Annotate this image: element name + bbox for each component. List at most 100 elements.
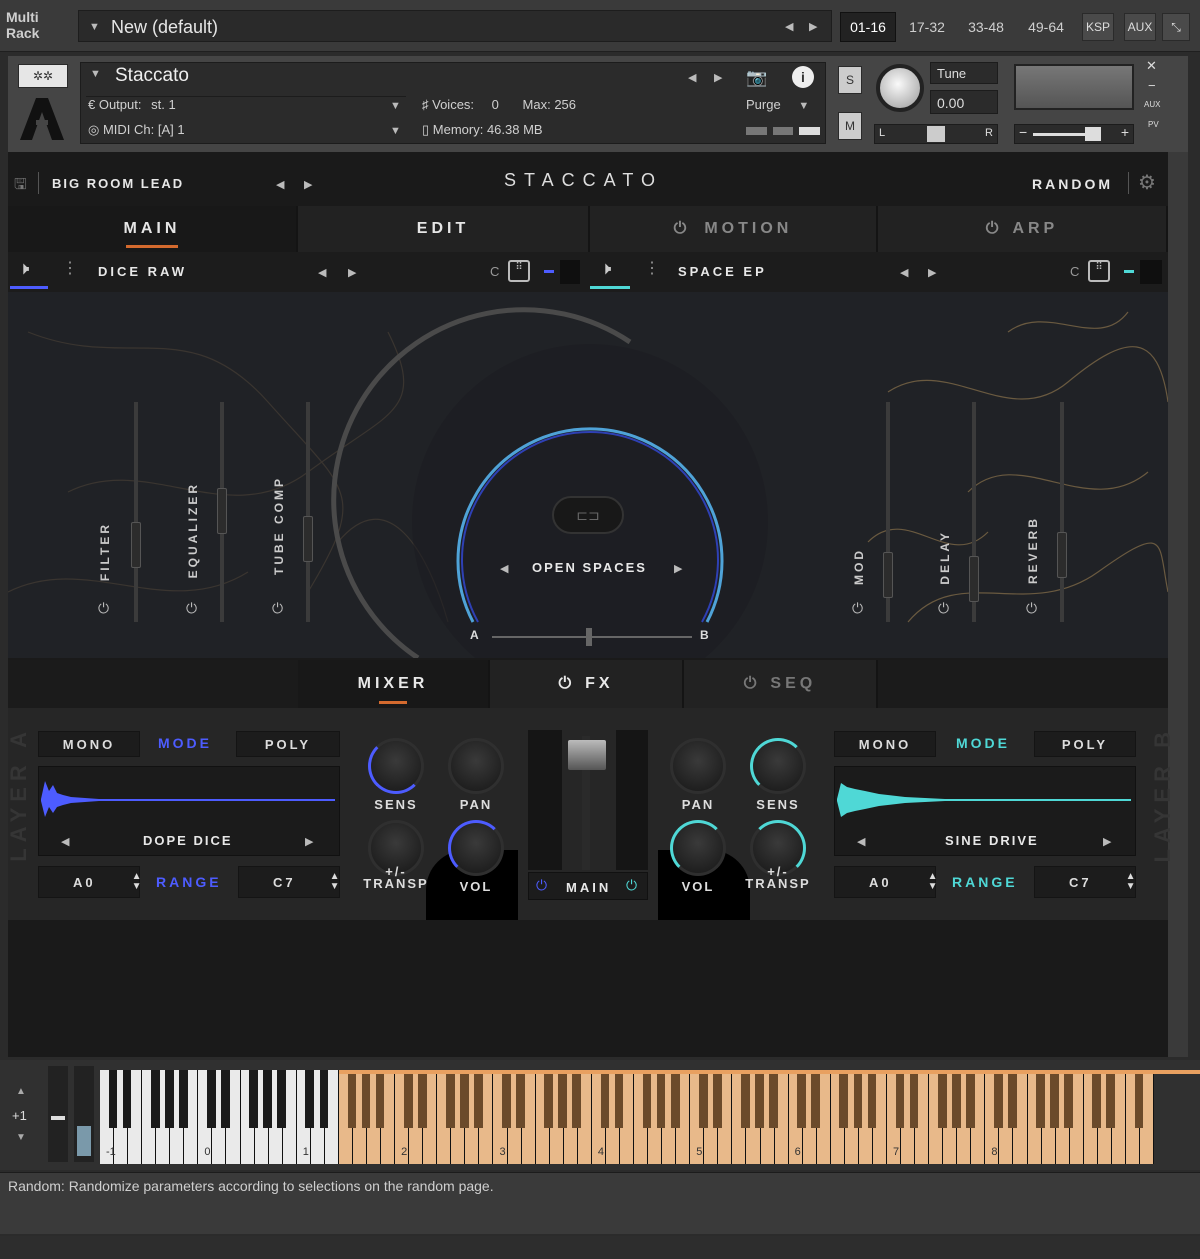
black-key[interactable] — [178, 1070, 188, 1128]
black-key[interactable] — [797, 1070, 807, 1128]
layer-a-sens-knob[interactable] — [368, 738, 424, 794]
black-key[interactable] — [951, 1070, 961, 1128]
black-key[interactable] — [502, 1070, 511, 1128]
black-key[interactable] — [937, 1070, 947, 1128]
midi-value[interactable]: [A] 1 — [158, 122, 185, 137]
slider-thumb[interactable] — [1057, 532, 1067, 578]
layer-b-pan-knob[interactable] — [670, 738, 726, 794]
layer-b-preset[interactable]: SPACE EP — [678, 264, 767, 279]
layer-b-poly-button[interactable]: POLY — [1034, 731, 1136, 757]
pitch-wheel[interactable] — [48, 1066, 68, 1162]
layer-b-sens-knob[interactable] — [750, 738, 806, 794]
dropdown-icon[interactable]: ▼ — [89, 21, 100, 33]
close-icon[interactable]: ✕ — [1146, 58, 1157, 74]
power-icon[interactable]: ⏻ — [186, 600, 197, 617]
purge-button[interactable]: Purge ▼ — [746, 97, 809, 112]
black-key[interactable] — [1092, 1070, 1102, 1128]
power-icon[interactable]: ⏻ — [558, 675, 575, 693]
tab-main[interactable]: MAIN — [8, 206, 298, 252]
tab-17-32[interactable]: 17-32 — [900, 12, 954, 42]
black-key[interactable] — [305, 1070, 315, 1128]
preset-name[interactable]: BIG ROOM LEAD — [52, 176, 184, 191]
power-icon[interactable]: ⏻ — [986, 220, 1003, 238]
black-key[interactable] — [867, 1070, 877, 1128]
layer-a-preset[interactable]: DICE RAW — [98, 264, 187, 279]
tab-seq[interactable]: ⏻ SEQ — [684, 660, 878, 708]
prev-icon[interactable]: ◀ — [318, 266, 326, 279]
black-key[interactable] — [656, 1070, 666, 1128]
black-key[interactable] — [544, 1070, 554, 1128]
black-key[interactable] — [994, 1070, 1003, 1128]
layer-b-range-high[interactable]: C7 ▲ ▼ — [1034, 866, 1136, 898]
octave-down-icon[interactable]: ▼ — [16, 1132, 26, 1143]
tune-knob[interactable] — [876, 64, 924, 112]
black-key[interactable] — [755, 1070, 764, 1128]
black-key[interactable] — [853, 1070, 863, 1128]
power-icon[interactable]: ⏻ — [98, 600, 109, 617]
aux-button[interactable]: AUX — [1124, 13, 1156, 41]
black-key[interactable] — [375, 1070, 385, 1128]
save-icon[interactable]: 🖫 — [14, 174, 27, 199]
max-voices-value[interactable]: 256 — [554, 97, 576, 112]
prev-sample-icon[interactable]: ◀ — [61, 835, 69, 848]
speaker-icon[interactable]: 🕨 — [18, 258, 29, 279]
tune-value[interactable]: 0.00 — [930, 90, 998, 114]
ksp-button[interactable]: KSP — [1082, 13, 1114, 41]
multi-preset-select[interactable]: ▼ New (default) ◀ ▶ — [78, 10, 832, 42]
mute-button[interactable]: M — [838, 112, 862, 140]
gear-icon[interactable]: ⚙ — [1138, 170, 1156, 195]
next-space-icon[interactable]: ▶ — [674, 562, 682, 575]
layer-a-poly-button[interactable]: POLY — [236, 731, 340, 757]
power-icon[interactable]: ⏻ — [852, 600, 863, 617]
collapse-icon[interactable]: ⤡ — [1162, 13, 1190, 41]
black-key[interactable] — [670, 1070, 680, 1128]
black-key[interactable] — [1134, 1070, 1144, 1128]
solo-button[interactable]: S — [838, 66, 862, 94]
black-key[interactable] — [895, 1070, 905, 1128]
next-preset-icon[interactable]: ▶ — [304, 178, 312, 191]
grid-icon[interactable]: ⠿ — [508, 260, 530, 282]
slider-thumb[interactable] — [969, 556, 979, 602]
next-instrument-icon[interactable]: ▶ — [714, 71, 722, 84]
next-icon[interactable]: ▶ — [928, 266, 936, 279]
prev-space-icon[interactable]: ◀ — [500, 562, 508, 575]
black-key[interactable] — [1106, 1070, 1116, 1128]
black-key[interactable] — [1050, 1070, 1059, 1128]
midi-dropdown-icon[interactable]: ▼ — [390, 125, 401, 137]
volume-slider[interactable]: − + — [1014, 124, 1134, 144]
output-dropdown-icon[interactable]: ▼ — [390, 100, 401, 112]
random-button[interactable]: RANDOM — [1032, 176, 1113, 192]
layer-a-power-icon[interactable]: ⏻ — [536, 877, 547, 894]
black-key[interactable] — [614, 1070, 624, 1128]
speaker-icon[interactable]: 🕨 — [600, 258, 611, 279]
black-key[interactable] — [1064, 1070, 1074, 1128]
ab-crossfader-thumb[interactable] — [586, 628, 592, 646]
aux-label[interactable]: AUX — [1144, 100, 1160, 109]
settings-gear-icon[interactable]: ✲✲ — [18, 64, 68, 88]
black-key[interactable] — [207, 1070, 216, 1128]
black-key[interactable] — [769, 1070, 778, 1128]
tab-arp[interactable]: ⏻ ARP — [878, 206, 1168, 252]
black-key[interactable] — [642, 1070, 652, 1128]
black-key[interactable] — [474, 1070, 483, 1128]
stepper-icon[interactable]: ▲ ▼ — [132, 872, 145, 892]
black-key[interactable] — [347, 1070, 357, 1128]
layer-a-range-high[interactable]: C7 ▲ ▼ — [238, 866, 340, 898]
pv-label[interactable]: PV — [1148, 120, 1159, 129]
tab-motion[interactable]: ⏻ MOTION — [590, 206, 878, 252]
tab-01-16[interactable]: 01-16 — [840, 12, 896, 42]
black-key[interactable] — [263, 1070, 272, 1128]
slider-thumb[interactable] — [217, 488, 227, 534]
menu-dots-icon[interactable]: ⋮ — [644, 258, 660, 278]
power-icon[interactable]: ⏻ — [1026, 600, 1037, 617]
black-key[interactable] — [122, 1070, 132, 1128]
instrument-name[interactable]: Staccato — [115, 65, 189, 87]
black-key[interactable] — [965, 1070, 975, 1128]
minimize-icon[interactable]: − — [1148, 78, 1156, 93]
slider-thumb[interactable] — [883, 552, 893, 598]
prev-preset-icon[interactable]: ◀ — [785, 20, 793, 33]
black-key[interactable] — [713, 1070, 722, 1128]
camera-icon[interactable]: 📷 — [746, 68, 767, 88]
power-icon[interactable]: ⏻ — [744, 675, 761, 693]
stepper-icon[interactable]: ▲ ▼ — [330, 872, 343, 892]
